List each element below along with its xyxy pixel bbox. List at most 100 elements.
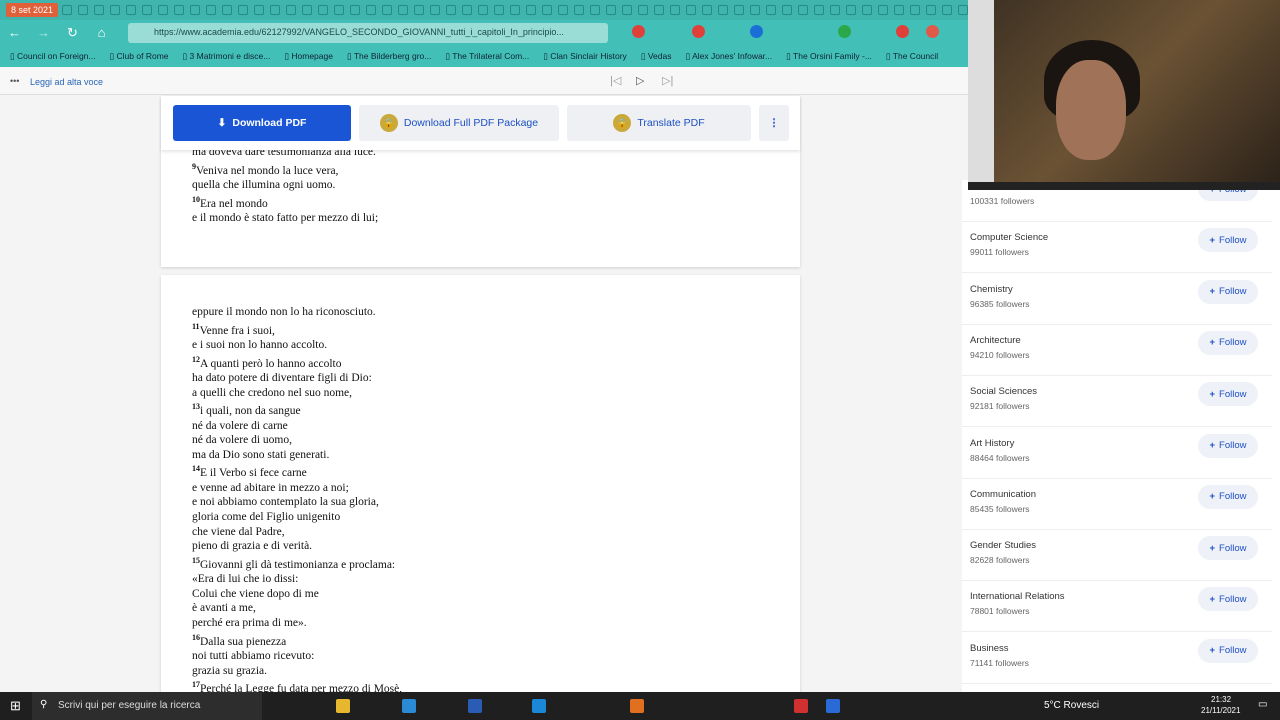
tab-favicon[interactable] <box>846 5 857 15</box>
address-bar[interactable]: https://www.academia.edu/62127992/VANGEL… <box>128 23 608 43</box>
windows-start-icon[interactable]: ⊞ <box>10 698 21 714</box>
tab-favicon[interactable] <box>334 5 345 15</box>
notifications-icon[interactable]: ▭ <box>1258 699 1267 710</box>
bookmark-item[interactable]: Alex Jones' Infowar... <box>686 51 772 62</box>
follow-button[interactable]: +Follow <box>1198 536 1258 561</box>
forward-icon[interactable]: → <box>29 25 58 40</box>
tab-favicon[interactable] <box>782 5 793 15</box>
follow-button[interactable]: +Follow <box>1198 228 1258 253</box>
bookmark-item[interactable]: The Orsini Family -... <box>786 51 872 62</box>
extension-icon[interactable] <box>926 25 939 38</box>
tab-favicon[interactable] <box>926 5 937 15</box>
tab-favicon[interactable] <box>862 5 873 15</box>
topic-name[interactable]: International Relations <box>970 591 1065 602</box>
tab-favicon[interactable] <box>814 5 825 15</box>
app-icon[interactable] <box>794 699 808 713</box>
home-icon[interactable]: ⌂ <box>87 25 116 40</box>
tab-favicon[interactable] <box>158 5 169 15</box>
more-options-button[interactable]: ⋮ <box>759 105 789 141</box>
tab-favicon[interactable] <box>638 5 649 15</box>
tab-favicon[interactable] <box>318 5 329 15</box>
topic-name[interactable]: Communication <box>970 489 1036 500</box>
edge-icon[interactable] <box>402 699 416 713</box>
ie-icon[interactable] <box>532 699 546 713</box>
tab-favicon[interactable] <box>350 5 361 15</box>
tab-favicon[interactable] <box>526 5 537 15</box>
tab-favicon[interactable] <box>654 5 665 15</box>
app-icon[interactable] <box>826 699 840 713</box>
taskbar-search[interactable]: Scrivi qui per eseguire la ricerca <box>32 692 262 720</box>
reload-icon[interactable]: ↻ <box>58 25 87 41</box>
bookmark-item[interactable]: The Trilateral Com... <box>445 51 529 62</box>
tab-favicon[interactable] <box>366 5 377 15</box>
clock-date[interactable]: 21/11/2021 <box>1201 706 1240 715</box>
tab-favicon[interactable] <box>686 5 697 15</box>
follow-button[interactable]: +Follow <box>1198 433 1258 458</box>
tab-favicon[interactable] <box>574 5 585 15</box>
tab-favicon[interactable] <box>110 5 121 15</box>
topic-name[interactable]: Chemistry <box>970 284 1013 295</box>
follow-button[interactable]: +Follow <box>1198 638 1258 663</box>
tab-favicon[interactable] <box>702 5 713 15</box>
tab-favicon[interactable] <box>302 5 313 15</box>
tab-favicon[interactable] <box>238 5 249 15</box>
bookmark-item[interactable]: Vedas <box>641 51 672 62</box>
bookmark-item[interactable]: 3 Matrimoni e disce... <box>183 51 271 62</box>
tab-group-date[interactable]: 8 set 2021 <box>6 3 59 17</box>
tab-favicon[interactable] <box>670 5 681 15</box>
tab-favicon[interactable] <box>446 5 457 15</box>
tab-favicon[interactable] <box>510 5 521 15</box>
tab-favicon[interactable] <box>62 5 73 15</box>
tab-favicon[interactable] <box>734 5 745 15</box>
tab-favicon[interactable] <box>622 5 633 15</box>
tab-favicon[interactable] <box>958 5 969 15</box>
topic-name[interactable]: Gender Studies <box>970 540 1036 551</box>
translate-pdf-button[interactable]: 🔒 Translate PDF <box>567 105 751 141</box>
topic-name[interactable]: Architecture <box>970 335 1021 346</box>
tab-favicon[interactable] <box>222 5 233 15</box>
previous-icon[interactable]: |◁ <box>610 74 621 87</box>
more-icon[interactable]: ••• <box>10 76 19 86</box>
tab-favicon[interactable] <box>494 5 505 15</box>
bookmark-item[interactable]: The Council <box>886 51 938 62</box>
tab-favicon[interactable] <box>174 5 185 15</box>
bookmark-item[interactable]: Club of Rome <box>109 51 169 62</box>
read-aloud-label[interactable]: Leggi ad alta voce <box>30 77 103 87</box>
download-pdf-button[interactable]: ⬇ Download PDF <box>173 105 351 141</box>
tab-favicon[interactable] <box>590 5 601 15</box>
clock-time[interactable]: 21:32 <box>1211 695 1231 704</box>
extension-icon[interactable] <box>692 25 705 38</box>
tab-favicon[interactable] <box>382 5 393 15</box>
back-icon[interactable]: ← <box>0 25 29 40</box>
weather-text[interactable]: 5°C Rovesci <box>1044 700 1099 711</box>
tab-favicon[interactable] <box>270 5 281 15</box>
tab-favicon[interactable] <box>878 5 889 15</box>
tab-favicon[interactable] <box>910 5 921 15</box>
tab-favicon[interactable] <box>542 5 553 15</box>
tab-favicon[interactable] <box>206 5 217 15</box>
follow-button[interactable]: +Follow <box>1198 279 1258 304</box>
extension-icon[interactable] <box>632 25 645 38</box>
tab-favicon[interactable] <box>414 5 425 15</box>
tab-favicon[interactable] <box>398 5 409 15</box>
tab-favicon[interactable] <box>606 5 617 15</box>
tab-favicon[interactable] <box>942 5 953 15</box>
follow-button[interactable]: +Follow <box>1198 382 1258 407</box>
topic-name[interactable]: Business <box>970 643 1009 654</box>
follow-button[interactable]: +Follow <box>1198 330 1258 355</box>
topic-name[interactable]: Social Sciences <box>970 386 1037 397</box>
follow-button[interactable]: +Follow <box>1198 587 1258 612</box>
tab-favicon[interactable] <box>830 5 841 15</box>
tab-favicon[interactable] <box>142 5 153 15</box>
tab-favicon[interactable] <box>718 5 729 15</box>
tab-favicon[interactable] <box>558 5 569 15</box>
tab-favicon[interactable] <box>94 5 105 15</box>
tab-favicon[interactable] <box>462 5 473 15</box>
tab-favicon[interactable] <box>430 5 441 15</box>
extension-icon[interactable] <box>838 25 851 38</box>
follow-button[interactable]: +Follow <box>1198 484 1258 509</box>
file-explorer-icon[interactable] <box>336 699 350 713</box>
tab-favicon[interactable] <box>798 5 809 15</box>
download-full-package-button[interactable]: 🔒 Download Full PDF Package <box>359 105 559 141</box>
tab-favicon[interactable] <box>894 5 905 15</box>
